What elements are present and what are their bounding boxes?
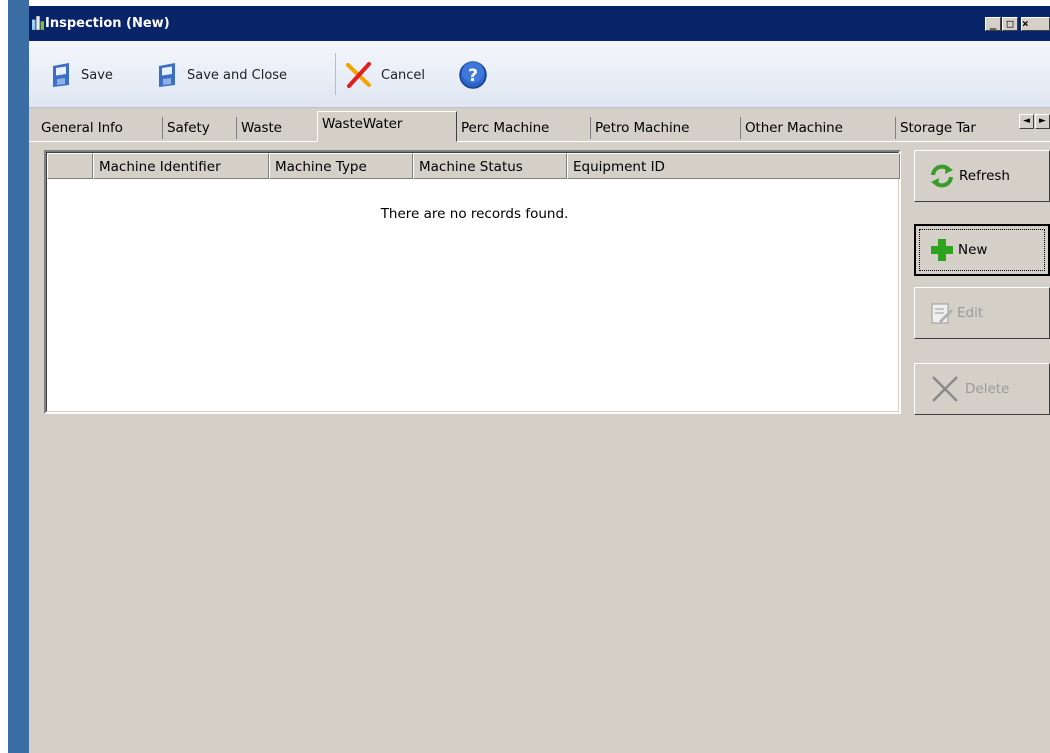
tab-other-machine[interactable]: Other Machine <box>741 117 896 139</box>
inspection-window: Inspection (New) _ □ × Save Save and Clo… <box>29 0 1050 753</box>
app-icon <box>32 16 44 30</box>
cancel-button[interactable]: Cancel <box>345 57 425 93</box>
tab-scroll-left-button[interactable]: ◄ <box>1019 114 1034 129</box>
edit-button[interactable]: Edit <box>914 287 1050 339</box>
edit-label: Edit <box>957 305 984 321</box>
save-icon <box>53 63 69 87</box>
tab-panel-border-right <box>457 141 1050 142</box>
desktop-background <box>8 0 29 753</box>
machine-grid[interactable]: Machine Identifier Machine Type Machine … <box>44 150 901 414</box>
help-button[interactable]: ? <box>458 57 496 93</box>
minimize-button[interactable]: _ <box>985 17 1001 31</box>
grid-body: Machine Identifier Machine Type Machine … <box>46 152 900 412</box>
maximize-button[interactable]: □ <box>1002 17 1018 31</box>
tab-storage-tank[interactable]: Storage Tar <box>896 117 992 139</box>
cancel-icon <box>346 62 371 88</box>
save-close-label: Save and Close <box>187 67 288 83</box>
titlebar <box>29 6 1050 43</box>
help-icon: ? <box>459 61 487 89</box>
new-button[interactable]: New <box>914 224 1050 276</box>
delete-label: Delete <box>965 381 1010 397</box>
grid-header-machine-identifier[interactable]: Machine Identifier <box>93 153 269 179</box>
tab-strip: General Info Safety Waste WasteWater Per… <box>29 109 1050 142</box>
svg-text:?: ? <box>468 66 478 86</box>
grid-header-selector[interactable] <box>47 153 93 179</box>
delete-button[interactable]: Delete <box>914 363 1050 415</box>
screen-edge <box>0 0 8 753</box>
toolbar-separator <box>335 53 336 95</box>
tab-waste[interactable]: Waste <box>237 117 317 139</box>
save-button[interactable]: Save <box>51 57 113 93</box>
save-label: Save <box>81 67 113 83</box>
window-title: Inspection (New) <box>45 16 170 31</box>
save-and-close-button[interactable]: Save and Close <box>157 57 287 93</box>
grid-header-machine-type[interactable]: Machine Type <box>269 153 413 179</box>
tab-petro-machine[interactable]: Petro Machine <box>591 117 741 139</box>
refresh-label: Refresh <box>959 168 1010 184</box>
refresh-button[interactable]: Refresh <box>914 150 1050 202</box>
cancel-label: Cancel <box>381 67 426 83</box>
tab-scroll-right-button[interactable]: ► <box>1035 114 1050 129</box>
empty-message: There are no records found. <box>380 206 569 222</box>
tab-general-info[interactable]: General Info <box>37 117 163 139</box>
focus-ring <box>919 229 1045 271</box>
grid-header-equipment-id[interactable]: Equipment ID <box>567 153 900 179</box>
edit-icon <box>931 303 953 324</box>
save-close-icon <box>159 63 175 87</box>
close-button[interactable]: × <box>1021 17 1050 31</box>
tab-perc-machine[interactable]: Perc Machine <box>457 117 591 139</box>
grid-header-machine-status[interactable]: Machine Status <box>413 153 567 179</box>
tab-safety[interactable]: Safety <box>163 117 237 139</box>
tab-wastewater[interactable]: WasteWater <box>317 111 457 142</box>
delete-icon <box>932 376 958 402</box>
tab-panel-border-left <box>29 141 317 142</box>
toolbar: Save Save and Close Cancel ? <box>29 41 1050 108</box>
refresh-icon <box>931 164 953 188</box>
